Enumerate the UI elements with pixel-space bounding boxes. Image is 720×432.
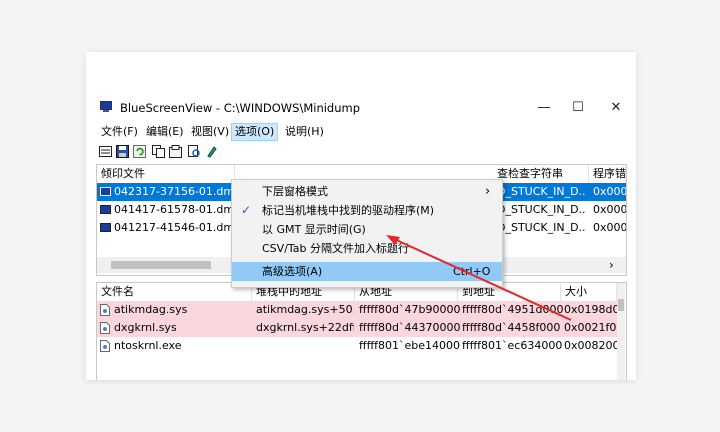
checkmark-icon: ✓ <box>241 203 252 217</box>
window-title: BlueScreenView - C:\WINDOWS\Minidump <box>120 101 361 115</box>
driver-filename: dxgkrnl.sys <box>114 321 177 334</box>
scrollbar-thumb[interactable] <box>111 261 211 269</box>
copy-icon[interactable] <box>152 145 165 158</box>
menu-item-label: 高级选项(A) <box>262 265 323 278</box>
submenu-arrow-icon: › <box>485 184 491 199</box>
menu-view[interactable]: 视图(V) <box>188 124 232 140</box>
find-icon[interactable] <box>188 145 201 158</box>
dump-file-icon <box>100 205 111 214</box>
driver-size: 0x0021f000 <box>564 321 617 334</box>
title-bar: BlueScreenView - C:\WINDOWS\Minidump — ☐… <box>86 94 636 122</box>
maximize-button[interactable]: ☐ <box>564 98 592 118</box>
driver-to-address: fffff80d`4458f000 <box>462 321 561 334</box>
bug-check-string: D_STUCK_IN_D... <box>497 203 585 216</box>
column-header-filename[interactable]: 文件名 <box>97 283 252 301</box>
column-header-size[interactable]: 大小 <box>561 283 617 301</box>
menu-item-label: 标记当机堆栈中找到的驱动程序(M) <box>262 204 435 217</box>
driver-list: 文件名 堆栈中的地址 从地址 到地址 大小 atikmdag.sys atikm… <box>96 282 627 380</box>
app-window: BlueScreenView - C:\WINDOWS\Minidump — ☐… <box>86 94 636 380</box>
dump-file-icon <box>100 223 111 232</box>
dump-file-icon <box>100 187 111 196</box>
close-button[interactable]: ✕ <box>602 98 630 118</box>
column-header-dump-file[interactable]: 倾印文件 <box>97 165 235 183</box>
driver-file-icon <box>100 322 110 334</box>
driver-from-address: fffff80d`47b90000 <box>359 303 461 316</box>
driver-stack-address: atikmdag.sys+50... <box>256 303 354 316</box>
refresh-icon[interactable] <box>133 145 146 158</box>
menu-item-label: 下层窗格模式 <box>262 185 328 198</box>
menu-bar: 文件(F) 编辑(E) 视图(V) 选项(O) 说明(H) <box>86 122 636 142</box>
minimize-button[interactable]: — <box>530 98 558 118</box>
menu-options[interactable]: 选项(O) <box>231 123 279 141</box>
menu-help[interactable]: 说明(H) <box>282 124 327 140</box>
driver-to-address: fffff80d`4951d000 <box>462 303 564 316</box>
vertical-scrollbar[interactable] <box>617 283 625 380</box>
bug-check-string: D_STUCK_IN_D... <box>497 185 585 198</box>
parameter-value: 0x000 <box>593 203 626 216</box>
menu-item-csv-header[interactable]: CSV/Tab 分隔文件加入标题行 <box>232 239 502 258</box>
driver-from-address: fffff80d`44370000 <box>359 321 461 334</box>
driver-row[interactable]: atikmdag.sys atikmdag.sys+50... fffff80d… <box>97 301 617 319</box>
driver-to-address: fffff801`ec634000 <box>462 339 563 352</box>
menu-item-gmt-time[interactable]: 以 GMT 显示时间(G) <box>232 220 502 239</box>
column-header-bug-check-string[interactable]: 查检查字符串 <box>493 165 589 183</box>
scrollbar-thumb[interactable] <box>618 299 624 311</box>
driver-size: 0x0198d000 <box>564 303 617 316</box>
screenshot-card: BlueScreenView - C:\WINDOWS\Minidump — ☐… <box>86 52 636 380</box>
save-icon[interactable] <box>116 145 129 158</box>
driver-from-address: fffff801`ebe14000 <box>359 339 461 352</box>
driver-stack-address: dxgkrnl.sys+22dff <box>256 321 354 334</box>
toolbar <box>94 142 634 162</box>
dump-file-name: 041217-41546-01.dmp <box>114 221 242 234</box>
scroll-right-arrow-icon[interactable]: › <box>609 257 614 273</box>
driver-file-icon <box>100 304 110 316</box>
driver-filename: ntoskrnl.exe <box>114 339 182 352</box>
menu-item-label: CSV/Tab 分隔文件加入标题行 <box>262 242 410 255</box>
dump-file-name: 042317-37156-01.dmp <box>114 185 242 198</box>
properties-icon[interactable] <box>99 145 112 158</box>
parameter-value: 0x000 <box>593 185 626 198</box>
menu-item-shortcut: Ctrl+O <box>453 265 491 278</box>
menu-edit[interactable]: 编辑(E) <box>143 124 187 140</box>
bluescreenview-app-icon <box>100 101 112 112</box>
driver-size: 0x00820000 <box>564 339 617 352</box>
driver-row[interactable]: ntoskrnl.exe fffff801`ebe14000 fffff801`… <box>97 337 617 355</box>
dump-file-name: 041417-61578-01.dmp <box>114 203 242 216</box>
bug-check-string: D_STUCK_IN_D... <box>497 221 585 234</box>
options-menu-dropdown: 下层窗格模式 › ✓ 标记当机堆栈中找到的驱动程序(M) 以 GMT 显示时间(… <box>231 179 503 288</box>
report-icon[interactable] <box>169 145 182 158</box>
exit-icon[interactable] <box>206 145 219 158</box>
driver-row[interactable]: dxgkrnl.sys dxgkrnl.sys+22dff fffff80d`4… <box>97 319 617 337</box>
parameter-value: 0x000 <box>593 221 626 234</box>
driver-file-icon <box>100 340 110 352</box>
column-header-parameter[interactable]: 程序错 <box>589 165 626 183</box>
driver-filename: atikmdag.sys <box>114 303 188 316</box>
menu-item-mark-drivers[interactable]: ✓ 标记当机堆栈中找到的驱动程序(M) <box>232 201 502 220</box>
menu-item-lower-pane-mode[interactable]: 下层窗格模式 › <box>232 182 502 201</box>
menu-item-label: 以 GMT 显示时间(G) <box>262 223 366 236</box>
menu-file[interactable]: 文件(F) <box>98 124 141 140</box>
menu-item-advanced-options[interactable]: 高级选项(A) Ctrl+O <box>232 262 502 281</box>
